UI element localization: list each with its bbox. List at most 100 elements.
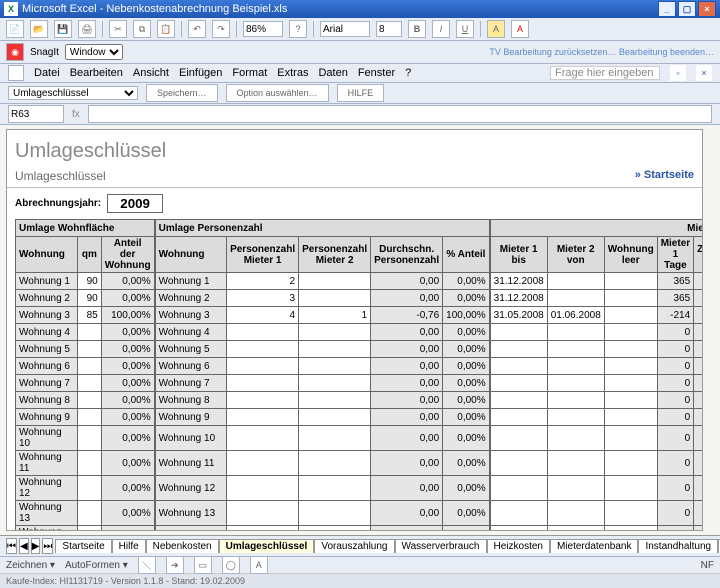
- fx-icon[interactable]: fx: [72, 109, 80, 120]
- cell-m1-bis[interactable]: [490, 324, 547, 341]
- cell-m2-von[interactable]: [547, 324, 604, 341]
- cell-qm[interactable]: [78, 324, 102, 341]
- fill-color-icon[interactable]: A: [487, 20, 505, 38]
- cell-m1-bis[interactable]: [490, 476, 547, 501]
- cell-wohnung-2[interactable]: Wohnung 9: [155, 409, 226, 426]
- cell-m2-von[interactable]: 01.06.2008: [547, 307, 604, 324]
- help-icon[interactable]: ?: [289, 20, 307, 38]
- cell-leer[interactable]: [604, 426, 657, 451]
- cell-wohnung-2[interactable]: Wohnung 1: [155, 273, 226, 290]
- cell-p1[interactable]: 3: [227, 290, 299, 307]
- paste-icon[interactable]: 📋: [157, 20, 175, 38]
- cell-m2-von[interactable]: [547, 375, 604, 392]
- cell-wohnung[interactable]: Wohnung 11: [16, 451, 78, 476]
- cell-p2[interactable]: [299, 409, 371, 426]
- autoshapes-menu[interactable]: AutoFormen ▾: [65, 560, 128, 571]
- cell-p1[interactable]: [227, 426, 299, 451]
- cell-m2-von[interactable]: [547, 526, 604, 532]
- cell-qm[interactable]: 90: [78, 273, 102, 290]
- redo-icon[interactable]: ↷: [212, 20, 230, 38]
- minimize-button[interactable]: _: [658, 1, 676, 17]
- cell-p1[interactable]: 4: [227, 307, 299, 324]
- cell-qm[interactable]: [78, 426, 102, 451]
- open-icon[interactable]: 📂: [30, 20, 48, 38]
- cell-wohnung-2[interactable]: Wohnung 7: [155, 375, 226, 392]
- cell-p1[interactable]: [227, 341, 299, 358]
- cell-leer[interactable]: [604, 324, 657, 341]
- tab-nav-first-icon[interactable]: ⏮: [6, 538, 17, 554]
- undo-icon[interactable]: ↶: [188, 20, 206, 38]
- cell-m2-von[interactable]: [547, 476, 604, 501]
- cell-p2[interactable]: [299, 451, 371, 476]
- sheet-selector[interactable]: Umlageschlüssel: [8, 86, 138, 100]
- cell-wohnung[interactable]: Wohnung 10: [16, 426, 78, 451]
- cell-m2-von[interactable]: [547, 392, 604, 409]
- menu-format[interactable]: Format: [232, 67, 267, 79]
- cell-p2[interactable]: [299, 526, 371, 532]
- cell-p1[interactable]: 2: [227, 273, 299, 290]
- cell-wohnung-2[interactable]: Wohnung 2: [155, 290, 226, 307]
- cell-m2-von[interactable]: [547, 409, 604, 426]
- line-icon[interactable]: ＼: [138, 556, 156, 574]
- cell-p1[interactable]: [227, 409, 299, 426]
- cell-leer[interactable]: [604, 392, 657, 409]
- sheet-tab-umlageschlüssel[interactable]: Umlageschlüssel: [219, 539, 315, 553]
- cell-p1[interactable]: [227, 451, 299, 476]
- cell-m1-bis[interactable]: [490, 341, 547, 358]
- close-button[interactable]: ×: [698, 1, 716, 17]
- snagit-scope-select[interactable]: Window: [65, 44, 123, 60]
- cell-qm[interactable]: [78, 392, 102, 409]
- cell-wohnung-2[interactable]: Wohnung 10: [155, 426, 226, 451]
- menu-extras[interactable]: Extras: [277, 67, 308, 79]
- cell-wohnung[interactable]: Wohnung 12: [16, 476, 78, 501]
- sheet-tab-wasserverbrauch[interactable]: Wasserverbrauch: [395, 539, 487, 553]
- textbox-icon[interactable]: A: [250, 556, 268, 574]
- font-size-field[interactable]: [376, 21, 402, 37]
- cell-leer[interactable]: [604, 358, 657, 375]
- cell-leer[interactable]: [604, 307, 657, 324]
- sheet-tab-startseite[interactable]: Startseite: [55, 539, 111, 553]
- cell-m2-von[interactable]: [547, 290, 604, 307]
- cell-wohnung[interactable]: Wohnung 4: [16, 324, 78, 341]
- cell-p2[interactable]: [299, 273, 371, 290]
- cell-m1-bis[interactable]: [490, 426, 547, 451]
- cell-wohnung-2[interactable]: Wohnung 11: [155, 451, 226, 476]
- cell-wohnung[interactable]: Wohnung 14: [16, 526, 78, 532]
- cell-leer[interactable]: [604, 409, 657, 426]
- draw-menu[interactable]: Zeichnen ▾: [6, 560, 55, 571]
- cell-p1[interactable]: [227, 476, 299, 501]
- font-color-icon[interactable]: A: [511, 20, 529, 38]
- zoom-field[interactable]: [243, 21, 283, 37]
- workbook-icon[interactable]: [8, 65, 24, 81]
- tab-nav-last-icon[interactable]: ⏭: [42, 538, 53, 554]
- cell-m2-von[interactable]: [547, 341, 604, 358]
- cell-p2[interactable]: 1: [299, 307, 371, 324]
- help-button[interactable]: HILFE: [337, 84, 385, 102]
- cell-wohnung-2[interactable]: Wohnung 4: [155, 324, 226, 341]
- cell-p1[interactable]: [227, 358, 299, 375]
- cell-wohnung-2[interactable]: Wohnung 3: [155, 307, 226, 324]
- cell-p2[interactable]: [299, 358, 371, 375]
- cell-leer[interactable]: [604, 476, 657, 501]
- cell-p1[interactable]: [227, 392, 299, 409]
- cell-p2[interactable]: [299, 426, 371, 451]
- new-file-icon[interactable]: 📄: [6, 20, 24, 38]
- cell-p1[interactable]: [227, 375, 299, 392]
- cell-p2[interactable]: [299, 392, 371, 409]
- sheet-tab-heizkosten[interactable]: Heizkosten: [487, 539, 550, 553]
- cell-m1-bis[interactable]: [490, 375, 547, 392]
- cell-leer[interactable]: [604, 451, 657, 476]
- cell-qm[interactable]: 90: [78, 290, 102, 307]
- restore-window-icon[interactable]: ▫: [670, 65, 686, 81]
- cell-wohnung-2[interactable]: Wohnung 8: [155, 392, 226, 409]
- cell-leer[interactable]: [604, 290, 657, 307]
- cell-m2-von[interactable]: [547, 273, 604, 290]
- ask-a-question-field[interactable]: Frage hier eingeben: [550, 66, 660, 80]
- cell-wohnung-2[interactable]: Wohnung 6: [155, 358, 226, 375]
- cell-m1-bis[interactable]: [490, 392, 547, 409]
- cell-m2-von[interactable]: [547, 426, 604, 451]
- cell-wohnung[interactable]: Wohnung 7: [16, 375, 78, 392]
- cell-qm[interactable]: [78, 341, 102, 358]
- print-icon[interactable]: 🖨: [78, 20, 96, 38]
- options-button[interactable]: Option auswählen…: [226, 84, 329, 102]
